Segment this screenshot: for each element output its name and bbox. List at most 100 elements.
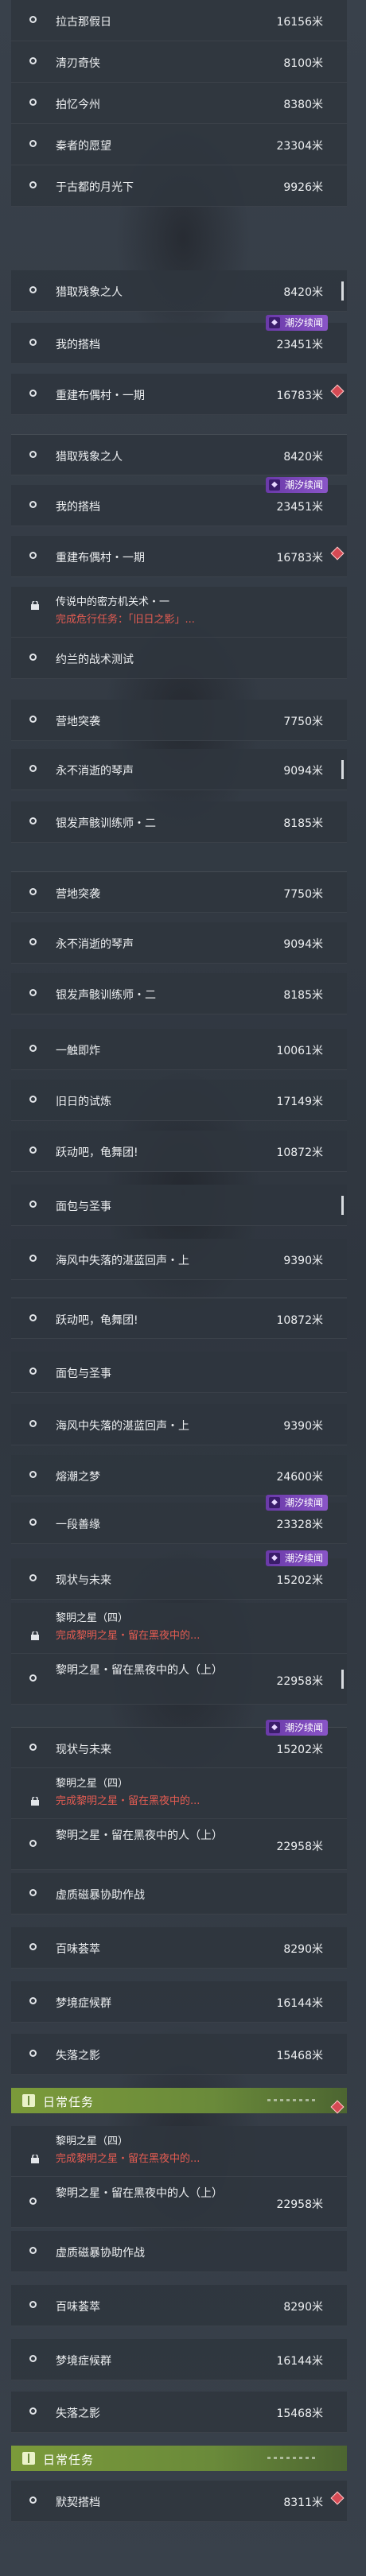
quest-row[interactable]: 跃动吧，龟舞团! 10872米 bbox=[11, 1131, 347, 1172]
quest-status-ring-icon bbox=[29, 989, 37, 996]
quest-title: 跃动吧，龟舞团! bbox=[56, 1146, 138, 1159]
quest-row[interactable]: 永不消逝的琴声 9094米 bbox=[11, 749, 347, 790]
quest-row[interactable]: 秦者的愿望 23304米 bbox=[11, 124, 347, 165]
quest-distance: 9390米 bbox=[283, 1255, 323, 1267]
quest-distance: 8185米 bbox=[283, 989, 323, 1002]
quest-distance: 16783米 bbox=[276, 552, 323, 564]
quest-row[interactable]: 永不消逝的琴声 9094米 bbox=[11, 922, 347, 964]
quest-row[interactable]: ◆ 潮汐续闻 现状与未来 15202米 bbox=[11, 1720, 347, 1768]
quest-status-ring-icon bbox=[29, 339, 37, 346]
quest-row[interactable]: 失落之影 15468米 bbox=[11, 2034, 347, 2075]
quest-row[interactable]: ◆ 潮汐续闻 一段善缘 23328米 bbox=[11, 1495, 347, 1544]
quest-row[interactable]: 重建布偶村・一期 16783米 bbox=[11, 374, 347, 415]
quest-row[interactable]: 跃动吧，龟舞团! 10872米 bbox=[11, 1298, 347, 1339]
lock-icon bbox=[31, 601, 39, 610]
quest-row[interactable]: 面包与圣事 bbox=[11, 1185, 347, 1226]
quest-row-locked[interactable]: 黎明之星（四） 完成黎明之星・留在黑夜中的... bbox=[11, 2126, 347, 2177]
tracked-diamond-icon bbox=[330, 2100, 345, 2114]
quest-row[interactable]: 清刃奇侠 8100米 bbox=[11, 41, 347, 83]
quest-row[interactable]: 百味荟萃 8290米 bbox=[11, 1927, 347, 1969]
quest-title: 我的搭档 bbox=[56, 501, 100, 514]
quest-status-ring-icon bbox=[29, 552, 37, 559]
quest-status-ring-icon bbox=[29, 99, 37, 106]
quest-title: 清刃奇侠 bbox=[56, 57, 100, 70]
quest-row[interactable]: 黎明之星・留在黑夜中的人（上） 22958米 bbox=[11, 1819, 347, 1870]
daily-quests-header[interactable]: 日常任务 bbox=[11, 2088, 347, 2114]
quest-title: 黎明之星（四） bbox=[56, 1778, 129, 1790]
quest-list-screen: 拉古那假日 16156米 清刃奇侠 8100米 拍忆今州 8380米 秦者的愿望… bbox=[0, 0, 366, 2576]
quest-distance: 17149米 bbox=[276, 1096, 323, 1108]
quest-distance: 7750米 bbox=[283, 888, 323, 901]
quest-row[interactable]: 拉古那假日 16156米 bbox=[11, 0, 347, 41]
quest-title: 重建布偶村・一期 bbox=[56, 390, 145, 402]
quest-status-ring-icon bbox=[29, 1519, 37, 1526]
quest-title: 拉古那假日 bbox=[56, 16, 111, 29]
quest-distance: 16144米 bbox=[276, 1997, 323, 2010]
quest-row[interactable]: 银发声骸训练师・二 8185米 bbox=[11, 801, 347, 843]
quest-distance: 23451米 bbox=[276, 339, 323, 351]
quest-row[interactable]: 营地突袭 7750米 bbox=[11, 871, 347, 913]
quest-row[interactable]: 银发声骸训练师・二 8185米 bbox=[11, 973, 347, 1014]
quest-distance: 15468米 bbox=[276, 2407, 323, 2420]
quest-row[interactable]: 一触即炸 10061米 bbox=[11, 1029, 347, 1070]
tide-icon: ◆ bbox=[268, 1722, 280, 1733]
quest-title: 猎取残象之人 bbox=[56, 451, 123, 464]
quest-row[interactable]: ◆ 潮汐续闻 现状与未来 15202米 bbox=[11, 1550, 347, 1600]
quest-row[interactable]: 营地突袭 7750米 bbox=[11, 700, 347, 741]
quest-distance: 8100米 bbox=[283, 57, 323, 70]
lock-icon bbox=[31, 1797, 39, 1806]
quest-row[interactable]: 梦境症候群 16144米 bbox=[11, 1981, 347, 2023]
scroll-indicator bbox=[341, 281, 344, 301]
quest-status-ring-icon bbox=[29, 1574, 37, 1581]
quest-distance: 22958米 bbox=[276, 1841, 323, 1853]
quest-distance: 10872米 bbox=[276, 1314, 323, 1327]
quest-row[interactable]: ◆ 潮汐续闻 我的搭档 23451米 bbox=[11, 315, 347, 364]
quest-row-locked[interactable]: 黎明之星（四） 完成黎明之星・留在黑夜中的... bbox=[11, 1768, 347, 1819]
quest-row[interactable]: 梦境症候群 16144米 bbox=[11, 2339, 347, 2380]
quest-row[interactable]: 拍忆今州 8380米 bbox=[11, 83, 347, 124]
quest-title: 失落之影 bbox=[56, 2050, 100, 2062]
quest-title: 拍忆今州 bbox=[56, 99, 100, 111]
quest-status-ring-icon bbox=[29, 654, 37, 661]
header-decoration bbox=[267, 2457, 315, 2459]
quest-row[interactable]: 黎明之星・留在黑夜中的人（上） 22958米 bbox=[11, 1654, 347, 1705]
quest-distance: 7750米 bbox=[283, 716, 323, 728]
tide-icon: ◆ bbox=[268, 317, 280, 328]
quest-row[interactable]: 于古都的月光下 9926米 bbox=[11, 165, 347, 207]
quest-row[interactable]: 虚质磁暴协助作战 bbox=[11, 2231, 347, 2272]
quest-row[interactable]: 重建布偶村・一期 16783米 bbox=[11, 536, 347, 577]
quest-row[interactable]: 猎取残象之人 8420米 bbox=[11, 270, 347, 312]
quest-distance: 9094米 bbox=[283, 765, 323, 778]
quest-row[interactable]: 约兰的战术测试 bbox=[11, 638, 347, 679]
tide-badge-label: 潮汐续闻 bbox=[284, 1722, 323, 1733]
quest-row[interactable]: 虚质磁暴协助作战 bbox=[11, 1873, 347, 1915]
quest-status-ring-icon bbox=[29, 2050, 37, 2057]
quest-status-ring-icon bbox=[29, 1744, 37, 1751]
quest-row[interactable]: 猎取残象之人 8420米 bbox=[11, 434, 347, 475]
quest-row[interactable]: 熔潮之梦 24600米 bbox=[11, 1455, 347, 1496]
quest-row-locked[interactable]: 传说中的密方机关术・一 完成危行任务：「旧日之影」... bbox=[11, 587, 347, 638]
lock-icon bbox=[31, 1631, 39, 1640]
tide-badge-label: 潮汐续闻 bbox=[284, 317, 323, 328]
tide-icon: ◆ bbox=[268, 1497, 280, 1508]
quest-row[interactable]: ◆ 潮汐续闻 我的搭档 23451米 bbox=[11, 477, 347, 526]
quest-title: 银发声骸训练师・二 bbox=[56, 817, 156, 830]
quest-row[interactable]: 百味荟萃 8290米 bbox=[11, 2285, 347, 2326]
tide-badge: ◆ 潮汐续闻 bbox=[265, 1720, 328, 1736]
quest-status-ring-icon bbox=[29, 1997, 37, 2004]
quest-title: 面包与圣事 bbox=[56, 1201, 111, 1213]
daily-quests-header[interactable]: 日常任务 bbox=[11, 2446, 347, 2471]
quest-row[interactable]: 旧日的试炼 17149米 bbox=[11, 1080, 347, 1121]
quest-row[interactable]: 海风中失落的湛蓝回声・上 9390米 bbox=[11, 1404, 347, 1445]
quest-title: 默契搭档 bbox=[56, 2496, 100, 2509]
quest-row[interactable]: 默契搭档 8311米 bbox=[11, 2481, 347, 2522]
quest-row[interactable]: 面包与圣事 bbox=[11, 1352, 347, 1393]
quest-row[interactable]: 黎明之星・留在黑夜中的人（上） 22958米 bbox=[11, 2177, 347, 2228]
scroll-indicator bbox=[341, 760, 344, 779]
quest-row-locked[interactable]: 黎明之星（四） 完成黎明之星・留在黑夜中的... bbox=[11, 1603, 347, 1654]
quest-row[interactable]: 海风中失落的湛蓝回声・上 9390米 bbox=[11, 1239, 347, 1280]
quest-status-ring-icon bbox=[29, 1943, 37, 1950]
quest-distance: 8311米 bbox=[283, 2496, 323, 2509]
quest-row[interactable]: 失落之影 15468米 bbox=[11, 2392, 347, 2433]
quest-requirement: 完成危行任务：「旧日之影」... bbox=[56, 614, 195, 626]
